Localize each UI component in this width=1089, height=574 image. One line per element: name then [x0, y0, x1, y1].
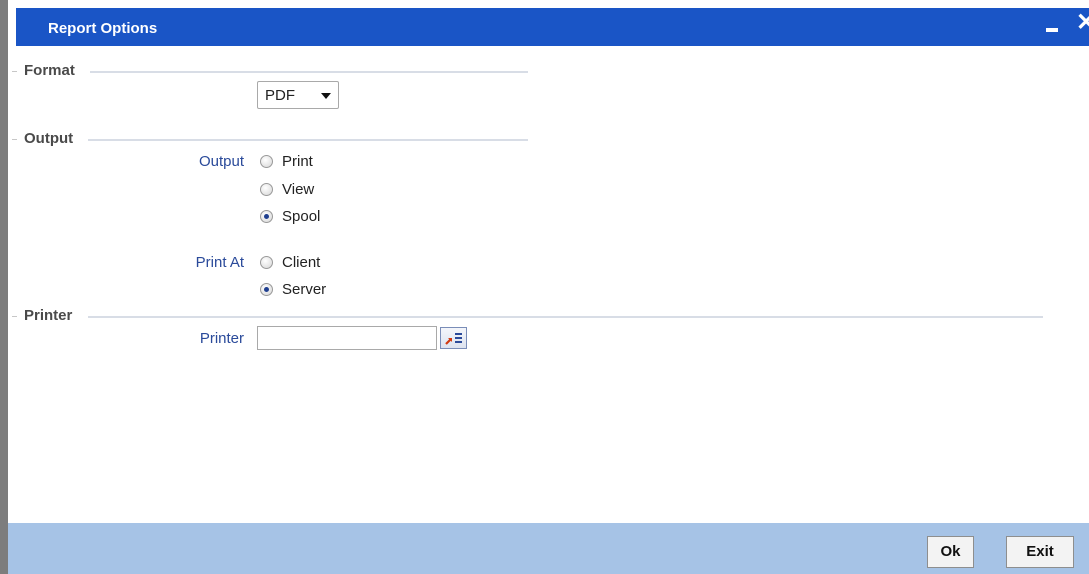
- print-at-label: Print At: [195, 254, 244, 271]
- printer-label: Printer: [199, 330, 244, 347]
- radio-button-selected[interactable]: [260, 210, 273, 223]
- print-at-option-client: Client: [282, 254, 321, 271]
- output-option-print: Print: [282, 153, 313, 170]
- radio-button-selected[interactable]: [260, 283, 273, 296]
- output-section-title: Output: [24, 130, 74, 147]
- footer-bar: Ok Exit: [8, 523, 1089, 574]
- radio-button[interactable]: [260, 256, 273, 269]
- window-title: Report Options: [48, 20, 158, 37]
- title-bar: Report Options ✕: [16, 8, 1089, 46]
- close-icon[interactable]: ✕: [1076, 11, 1089, 35]
- printer-lov-button[interactable]: [440, 327, 467, 349]
- format-select[interactable]: PDF: [257, 81, 339, 109]
- output-section-header: Output: [8, 130, 528, 147]
- exit-button[interactable]: Exit: [1006, 536, 1074, 568]
- output-option-spool: Spool: [282, 208, 321, 225]
- printer-input[interactable]: [257, 326, 437, 350]
- print-at-option-server: Server: [282, 281, 327, 298]
- format-selected-value: PDF: [265, 87, 295, 104]
- chevron-down-icon: [321, 93, 331, 99]
- printer-section-header: Printer: [8, 307, 1043, 324]
- list-of-values-icon: [445, 333, 462, 345]
- output-label: Output: [198, 153, 244, 170]
- radio-button[interactable]: [260, 183, 273, 196]
- output-option-view: View: [282, 181, 315, 198]
- ok-button[interactable]: Ok: [927, 536, 974, 568]
- printer-section-title: Printer: [24, 307, 73, 324]
- report-options-window: Report Options ✕: [0, 0, 1089, 574]
- format-section-title: Format: [24, 62, 75, 79]
- format-section-header: Format: [8, 62, 528, 79]
- minimize-icon[interactable]: [1046, 14, 1058, 32]
- radio-button[interactable]: [260, 155, 273, 168]
